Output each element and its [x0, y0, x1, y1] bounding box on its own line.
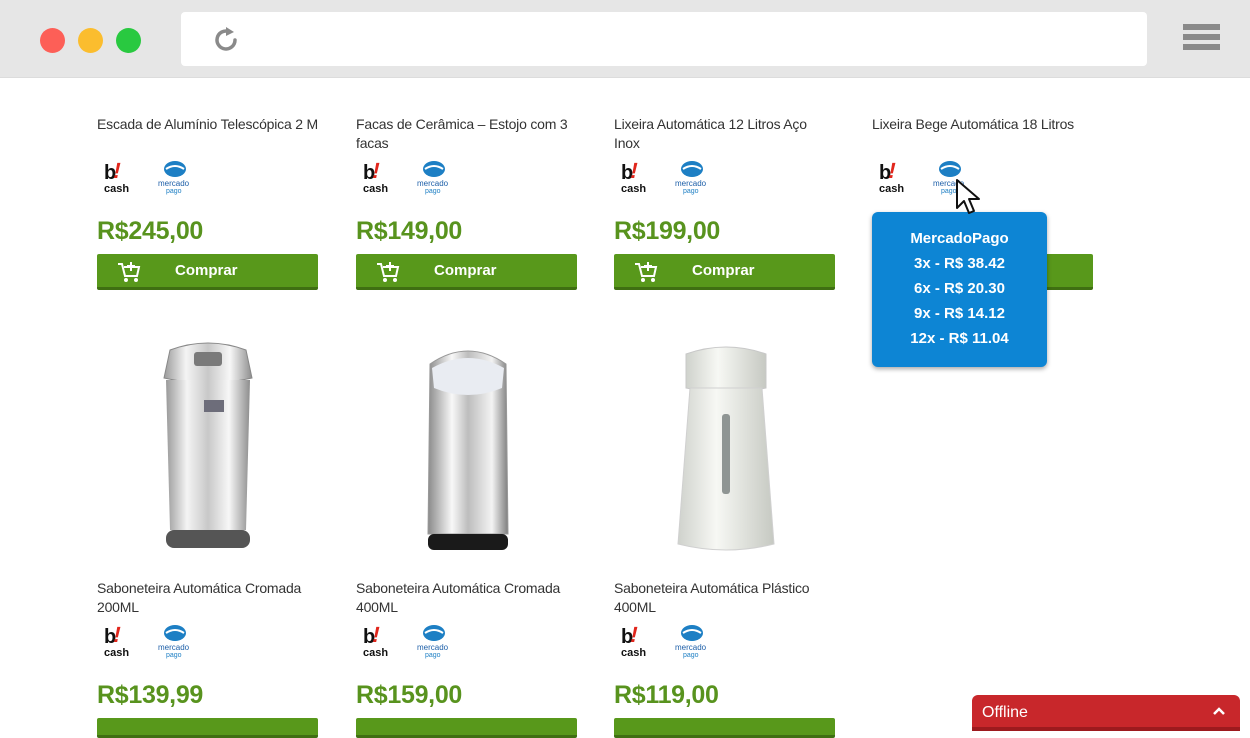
svg-text:cash: cash: [104, 647, 129, 659]
installment-option: 3x - R$ 38.42: [914, 255, 1005, 272]
svg-text:pago: pago: [425, 188, 441, 195]
svg-text:pago: pago: [166, 188, 182, 195]
product-price: R$119,00: [614, 681, 719, 709]
chevron-up-icon[interactable]: [1212, 706, 1226, 716]
chat-widget-offline[interactable]: Offline: [972, 695, 1240, 731]
buy-button[interactable]: Comprar: [97, 254, 318, 290]
buy-button-label: Comprar: [175, 262, 238, 279]
close-window-button[interactable]: [40, 28, 65, 53]
payment-logos: b ! cash mercado pago: [614, 623, 836, 663]
product-card: Saboneteira Automática Cromada 200ML b !…: [97, 579, 319, 738]
product-image-soap-dispenser-chrome-200ml[interactable]: [160, 340, 256, 552]
payment-logos: b ! cash mercado pago: [872, 159, 1094, 199]
product-title[interactable]: Saboneteira Automática Cromada 400ML: [356, 579, 578, 619]
payment-logos: b ! cash mercado pago: [97, 623, 319, 663]
bcash-logo-icon[interactable]: b ! cash: [620, 159, 652, 195]
reload-icon[interactable]: [211, 25, 241, 55]
buy-button-label: Comprar: [692, 262, 755, 279]
svg-text:cash: cash: [363, 183, 388, 195]
product-image-soap-dispenser-plastic-400ml[interactable]: [674, 344, 778, 554]
bcash-logo-icon[interactable]: b ! cash: [362, 623, 394, 659]
buy-button[interactable]: [356, 718, 577, 738]
product-title[interactable]: Saboneteira Automática Plástico 400ML: [614, 579, 836, 619]
svg-text:mercado: mercado: [417, 643, 449, 652]
mercadopago-logo-icon[interactable]: mercado pago: [414, 159, 454, 195]
product-title[interactable]: Facas de Cerâmica – Estojo com 3 facas: [356, 115, 578, 155]
svg-text:cash: cash: [363, 647, 388, 659]
installment-option: 12x - R$ 11.04: [910, 330, 1009, 347]
product-price: R$245,00: [97, 217, 204, 245]
bcash-logo-icon[interactable]: b ! cash: [362, 159, 394, 195]
svg-text:mercado: mercado: [417, 179, 449, 188]
payment-logos: b ! cash mercado pago: [356, 159, 578, 199]
product-price: R$149,00: [356, 217, 463, 245]
installment-option: 6x - R$ 20.30: [914, 280, 1005, 297]
mercadopago-logo-icon[interactable]: mercado pago: [155, 623, 195, 659]
minimize-window-button[interactable]: [78, 28, 103, 53]
tooltip-title: MercadoPago: [910, 230, 1009, 247]
product-price: R$199,00: [614, 217, 721, 245]
mercadopago-logo-icon[interactable]: mercado pago: [155, 159, 195, 195]
payment-logos: b ! cash mercado pago: [97, 159, 319, 199]
svg-text:cash: cash: [621, 647, 646, 659]
svg-text:mercado: mercado: [158, 643, 190, 652]
maximize-window-button[interactable]: [116, 28, 141, 53]
add-to-cart-icon: [377, 262, 400, 282]
mercadopago-logo-icon[interactable]: mercado pago: [672, 159, 712, 195]
product-title[interactable]: Saboneteira Automática Cromada 200ML: [97, 579, 319, 619]
mercadopago-logo-icon[interactable]: mercado pago: [414, 623, 454, 659]
product-price: R$139,99: [97, 681, 204, 709]
buy-button[interactable]: Comprar: [356, 254, 577, 290]
hamburger-menu-icon[interactable]: [1183, 24, 1220, 54]
installments-tooltip: MercadoPago 3x - R$ 38.42 6x - R$ 20.30 …: [872, 212, 1047, 367]
product-card: Saboneteira Automática Cromada 400ML b !…: [356, 579, 578, 738]
payment-logos: b ! cash mercado pago: [356, 623, 578, 663]
product-image-soap-dispenser-chrome-400ml[interactable]: [422, 344, 514, 552]
svg-text:mercado: mercado: [675, 643, 707, 652]
svg-text:mercado: mercado: [675, 179, 707, 188]
product-card: Lixeira Automática 12 Litros Aço Inox b …: [614, 115, 836, 290]
product-title[interactable]: Escada de Alumínio Telescópica 2 M: [97, 115, 319, 155]
address-bar[interactable]: [181, 12, 1147, 66]
svg-text:cash: cash: [104, 183, 129, 195]
svg-text:pago: pago: [683, 188, 699, 195]
product-card: Escada de Alumínio Telescópica 2 M b ! c…: [97, 115, 319, 290]
bcash-logo-icon[interactable]: b ! cash: [878, 159, 910, 195]
svg-text:mercado: mercado: [158, 179, 190, 188]
bcash-logo-icon[interactable]: b ! cash: [103, 623, 135, 659]
svg-text:pago: pago: [683, 652, 699, 659]
svg-text:pago: pago: [425, 652, 441, 659]
product-card: Facas de Cerâmica – Estojo com 3 facas b…: [356, 115, 578, 290]
buy-button-label: Comprar: [434, 262, 497, 279]
product-card: Saboneteira Automática Plástico 400ML b …: [614, 579, 836, 738]
mercadopago-logo-icon[interactable]: mercado pago: [672, 623, 712, 659]
buy-button[interactable]: Comprar: [614, 254, 835, 290]
product-title[interactable]: Lixeira Automática 12 Litros Aço Inox: [614, 115, 836, 155]
payment-logos: b ! cash mercado pago: [614, 159, 836, 199]
svg-text:cash: cash: [621, 183, 646, 195]
svg-text:cash: cash: [879, 183, 904, 195]
buy-button[interactable]: [97, 718, 318, 738]
chat-status-label: Offline: [982, 704, 1028, 721]
product-price: R$159,00: [356, 681, 463, 709]
add-to-cart-icon: [635, 262, 658, 282]
bcash-logo-icon[interactable]: b ! cash: [103, 159, 135, 195]
installment-option: 9x - R$ 14.12: [914, 305, 1005, 322]
bcash-logo-icon[interactable]: b ! cash: [620, 623, 652, 659]
mouse-cursor-icon: [956, 179, 980, 214]
buy-button[interactable]: [614, 718, 835, 738]
browser-chrome: [0, 0, 1250, 78]
product-title[interactable]: Lixeira Bege Automática 18 Litros: [872, 115, 1094, 155]
product-card: Lixeira Bege Automática 18 Litros b ! ca…: [872, 115, 1094, 290]
svg-text:pago: pago: [166, 652, 182, 659]
add-to-cart-icon: [118, 262, 141, 282]
